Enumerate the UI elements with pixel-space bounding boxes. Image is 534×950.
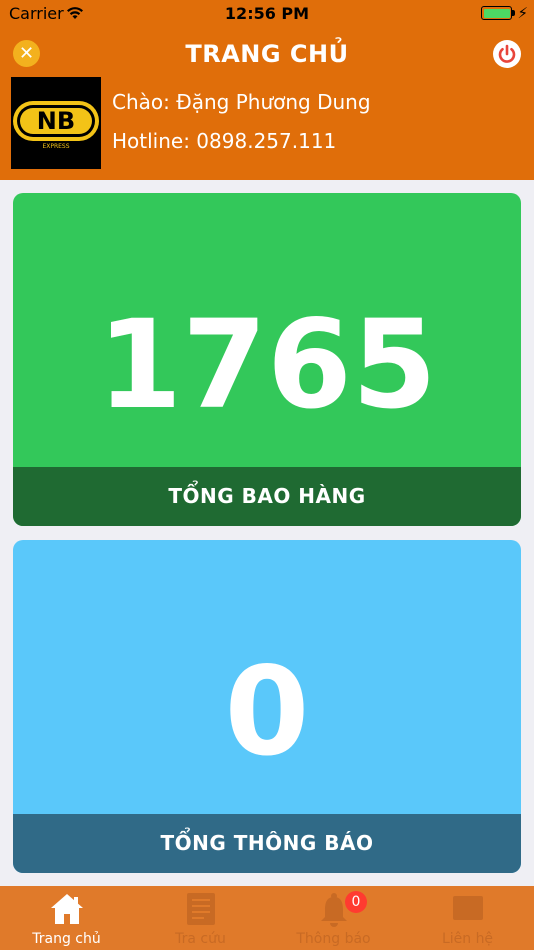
company-logo: NB EXPRESS — [11, 77, 101, 169]
battery-icon — [481, 6, 512, 20]
tab-bar: Trang chủ Tra cứu Thông báo Liên hệ — [0, 886, 534, 950]
tab-home[interactable]: Trang chủ — [0, 886, 133, 950]
header: ✕ TRANG CHỦ NB EXPRESS Chào: Đặng Phương… — [0, 26, 534, 180]
total-notifications-value: 0 — [224, 641, 310, 783]
charging-icon: ⚡ — [517, 4, 528, 22]
notification-badge: 0 — [345, 891, 367, 913]
document-icon — [186, 892, 216, 930]
clock: 12:56 PM — [224, 4, 310, 23]
total-notifications-card[interactable]: 0 TỔNG THÔNG BÁO — [13, 540, 521, 873]
tab-contact[interactable]: Liên hệ — [401, 886, 534, 950]
tab-home-label: Trang chủ — [32, 931, 101, 947]
home-icon — [49, 892, 85, 930]
tab-lookup[interactable]: Tra cứu — [134, 886, 267, 950]
logout-button[interactable] — [493, 40, 521, 68]
power-icon — [498, 44, 516, 63]
contact-icon — [451, 892, 485, 928]
total-packages-value: 1765 — [97, 294, 437, 436]
tab-notifications-label: Thông báo — [296, 931, 371, 947]
total-packages-card[interactable]: 1765 TỔNG BAO HÀNG — [13, 193, 521, 526]
hotline-text[interactable]: Hotline: 0898.257.111 — [112, 129, 336, 153]
logo-subtext: EXPRESS — [42, 143, 69, 150]
tab-contact-label: Liên hệ — [441, 931, 494, 947]
greeting-text: Chào: Đặng Phương Dung — [112, 90, 371, 114]
page-title: TRANG CHỦ — [185, 40, 349, 68]
battery-tip — [512, 10, 515, 16]
tab-lookup-label: Tra cứu — [175, 931, 226, 947]
status-bar: Carrier 12:56 PM ⚡ — [0, 0, 534, 26]
total-notifications-label: TỔNG THÔNG BÁO — [13, 814, 521, 873]
total-packages-label: TỔNG BAO HÀNG — [13, 467, 521, 526]
tab-notifications[interactable]: Thông báo — [267, 886, 400, 950]
logo-text: NB — [37, 107, 75, 135]
